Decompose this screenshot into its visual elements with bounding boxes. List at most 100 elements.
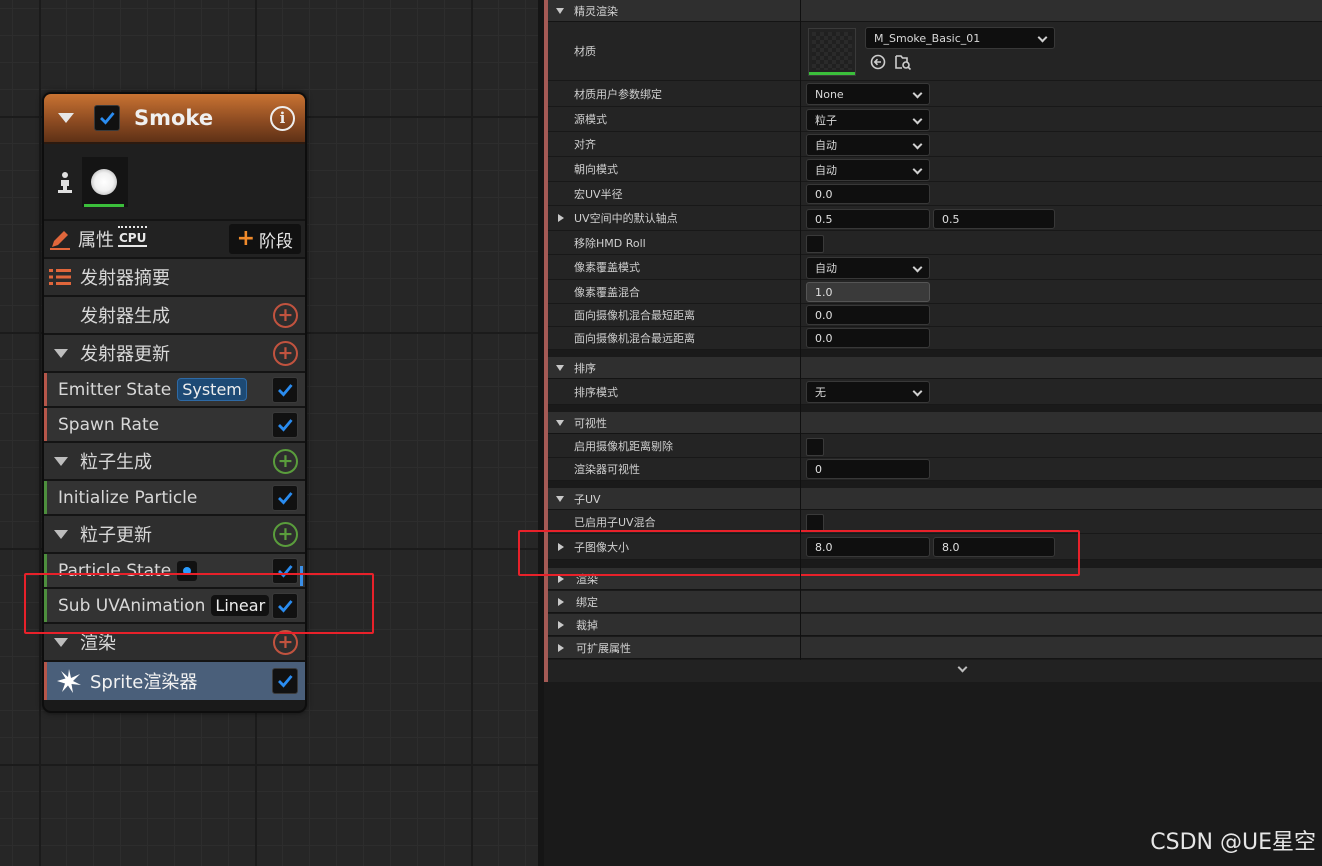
- module-emitter-state[interactable]: Emitter State System: [44, 371, 305, 406]
- pixel-coverage-blend-input[interactable]: 1.0: [806, 282, 930, 302]
- row-pixel-coverage-blend: 像素覆盖混合: [548, 280, 1322, 304]
- material-picker[interactable]: M_Smoke_Basic_01: [865, 27, 1055, 49]
- module-sprite-renderer[interactable]: Sprite渲染器: [44, 660, 305, 700]
- add-module-icon[interactable]: +: [273, 340, 298, 366]
- input-value: 0.0: [815, 331, 833, 345]
- property-label: 移除HMD Roll: [574, 236, 646, 250]
- row-pixel-coverage-mode: 像素覆盖模式: [548, 255, 1322, 280]
- use-selected-icon[interactable]: [870, 54, 886, 70]
- macro-uv-radius-input[interactable]: 0.0: [806, 184, 930, 204]
- input-value: 0: [815, 462, 822, 476]
- expand-arrow-icon[interactable]: [558, 620, 564, 629]
- emitter-node-header[interactable]: Smoke i: [44, 94, 305, 144]
- section-culling[interactable]: 裁掉: [548, 614, 1322, 636]
- input-value: 0.5: [942, 212, 960, 226]
- property-label: UV空间中的默认轴点: [574, 212, 678, 225]
- expand-arrow-icon[interactable]: [558, 214, 564, 222]
- camera-blend-min-input[interactable]: 0.0: [806, 305, 930, 325]
- pivot-uv-x-input[interactable]: 0.5: [806, 209, 930, 229]
- group-emitter-update[interactable]: 发射器更新 +: [44, 333, 305, 371]
- highlight-box-sub-image-size: [518, 530, 1080, 576]
- property-label: 源模式: [574, 113, 607, 126]
- section-sorting[interactable]: 排序: [548, 357, 1322, 379]
- section-title: 精灵渲染: [574, 4, 618, 18]
- renderer-visibility-input[interactable]: 0: [806, 459, 930, 479]
- pencil-icon: [50, 231, 70, 250]
- alignment-dropdown[interactable]: 自动: [806, 134, 930, 156]
- collapse-arrow-icon[interactable]: [54, 456, 68, 466]
- pivot-uv-y-input[interactable]: 0.5: [933, 209, 1055, 229]
- column-divider[interactable]: [800, 0, 801, 660]
- group-emitter-spawn[interactable]: 发射器生成 +: [44, 295, 305, 333]
- property-label: 朝向模式: [574, 163, 618, 176]
- add-module-icon[interactable]: +: [273, 521, 298, 547]
- emitter-title: Smoke: [134, 106, 214, 130]
- collapse-arrow-icon[interactable]: [54, 637, 68, 647]
- stage-label: 阶段: [259, 231, 293, 252]
- sort-mode-dropdown[interactable]: 无: [806, 381, 930, 403]
- dropdown-value: 粒子: [815, 114, 837, 127]
- expand-arrow-icon[interactable]: [556, 495, 564, 502]
- add-module-icon[interactable]: +: [273, 448, 298, 474]
- group-particle-update[interactable]: 粒子更新 +: [44, 514, 305, 552]
- group-particle-spawn[interactable]: 粒子生成 +: [44, 441, 305, 479]
- expand-arrow-icon[interactable]: [556, 364, 564, 371]
- property-label: 对齐: [574, 138, 596, 151]
- dropdown-value: 自动: [815, 139, 837, 152]
- row-camera-distance-cull: 启用摄像机距离剔除: [548, 434, 1322, 458]
- emitter-enable-checkbox[interactable]: [94, 105, 120, 131]
- collapse-arrow-icon[interactable]: [58, 113, 74, 123]
- facing-mode-dropdown[interactable]: 自动: [806, 159, 930, 181]
- emitter-thumbnail[interactable]: [82, 156, 128, 207]
- material-thumbnail[interactable]: [808, 28, 856, 76]
- collapse-arrow-icon[interactable]: [54, 529, 68, 539]
- add-stage-button[interactable]: + 阶段: [228, 224, 301, 254]
- row-sort-mode: 排序模式: [548, 379, 1322, 405]
- info-icon[interactable]: i: [270, 105, 295, 131]
- module-enable-checkbox[interactable]: [272, 668, 298, 694]
- section-visibility[interactable]: 可视性: [548, 412, 1322, 434]
- properties-row[interactable]: 属性 CPU + 阶段: [44, 219, 305, 257]
- expand-arrow-icon[interactable]: [556, 419, 564, 426]
- row-facing-mode: 朝向模式: [548, 157, 1322, 182]
- expand-arrow-icon[interactable]: [556, 7, 564, 14]
- section-sprite-render[interactable]: 精灵渲染: [548, 0, 1322, 22]
- section-sub-uv[interactable]: 子UV: [548, 488, 1322, 510]
- expand-arrow-icon[interactable]: [558, 643, 564, 652]
- material-user-param-dropdown[interactable]: None: [806, 83, 930, 105]
- emitter-preview-row: [44, 144, 305, 219]
- remove-hmd-roll-checkbox[interactable]: [806, 235, 824, 253]
- camera-distance-cull-checkbox[interactable]: [806, 438, 824, 456]
- row-macro-uv-radius: 宏UV半径: [548, 182, 1322, 206]
- section-bindings[interactable]: 绑定: [548, 591, 1322, 613]
- module-enable-checkbox[interactable]: [272, 411, 298, 438]
- niagara-graph-canvas[interactable]: Smoke i 属性 CPU + 阶段 发射器摘要 发射器生成 + 发射器更新 …: [0, 0, 538, 866]
- emitter-summary-row[interactable]: 发射器摘要: [44, 257, 305, 295]
- watermark: CSDN @UE星空: [1150, 830, 1316, 855]
- section-extensible[interactable]: 可扩展属性: [548, 637, 1322, 659]
- module-label: Sprite渲染器: [90, 672, 198, 693]
- input-value: 0.0: [815, 308, 833, 322]
- person-icon[interactable]: [58, 171, 72, 193]
- pixel-coverage-mode-dropdown[interactable]: 自动: [806, 257, 930, 279]
- row-material-user-param: 材质用户参数绑定: [548, 81, 1322, 107]
- details-panel: 精灵渲染 材质 M_Smoke_Basic_01 材质用户参数绑定 None 源…: [518, 0, 1322, 866]
- material-name: M_Smoke_Basic_01: [874, 31, 981, 45]
- module-enable-checkbox[interactable]: [272, 376, 298, 403]
- module-spawn-rate[interactable]: Spawn Rate: [44, 406, 305, 441]
- section-title: 裁掉: [576, 618, 598, 632]
- module-label: Emitter State: [58, 379, 172, 400]
- add-module-icon[interactable]: +: [273, 302, 298, 328]
- collapse-arrow-icon[interactable]: [54, 348, 68, 358]
- property-label: 排序模式: [574, 385, 618, 399]
- camera-blend-max-input[interactable]: 0.0: [806, 328, 930, 348]
- browse-asset-icon[interactable]: [895, 54, 911, 70]
- module-label: Spawn Rate: [58, 414, 160, 435]
- property-label: 材质: [574, 45, 596, 58]
- group-label: 粒子生成: [80, 452, 152, 473]
- module-enable-checkbox[interactable]: [272, 484, 298, 511]
- expand-arrow-icon[interactable]: [558, 597, 564, 606]
- module-initialize-particle[interactable]: Initialize Particle: [44, 479, 305, 514]
- cpu-sim-icon: CPU: [118, 226, 148, 247]
- source-mode-dropdown[interactable]: 粒子: [806, 109, 930, 131]
